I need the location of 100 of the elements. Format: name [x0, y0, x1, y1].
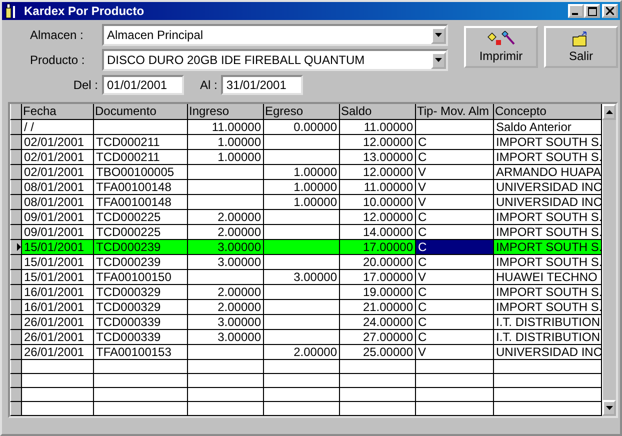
table-cell: I.T. DISTRIBUTION [494, 330, 602, 345]
column-header[interactable]: Saldo [340, 104, 416, 120]
producto-label: Producto : [29, 53, 86, 67]
shapes-icon [487, 31, 515, 47]
column-header[interactable]: Documento [94, 104, 188, 120]
dropdown-arrow-icon [435, 33, 442, 38]
table-cell: 12.00000 [340, 135, 416, 150]
table-cell: 1.00000 [264, 165, 340, 180]
table-cell: 08/01/2001 [22, 195, 94, 210]
row-indicator[interactable] [10, 300, 22, 315]
table-cell: 26/01/2001 [22, 345, 94, 360]
table-cell: C [416, 300, 494, 315]
table-cell: 0.00000 [264, 120, 340, 135]
table-cell: 11.00000 [340, 120, 416, 135]
table-cell: 19.00000 [340, 285, 416, 300]
table-cell: 16/01/2001 [22, 285, 94, 300]
row-indicator[interactable] [10, 285, 22, 300]
table-cell: TCD000339 [94, 315, 188, 330]
table-cell: C [416, 225, 494, 240]
table-cell: HUAWEI TECHNO [494, 270, 602, 285]
producto-dropdown[interactable]: DISCO DURO 20GB IDE FIREBALL QUANTUM [102, 49, 448, 71]
table-cell: 02/01/2001 [22, 165, 94, 180]
minimize-button[interactable] [568, 4, 584, 18]
table-cell: 1.00000 [264, 195, 340, 210]
table-cell: TCD000225 [94, 210, 188, 225]
table-cell: C [416, 255, 494, 270]
table-cell: 2.00000 [188, 210, 264, 225]
column-header[interactable]: Fecha [22, 104, 94, 120]
row-indicator[interactable] [10, 330, 22, 345]
table-cell: 25.00000 [340, 345, 416, 360]
table-cell: TBO00100005 [94, 165, 188, 180]
row-indicator[interactable] [10, 195, 22, 210]
table-cell: 2.00000 [188, 225, 264, 240]
close-button[interactable] [602, 4, 618, 18]
table-cell: 2.00000 [264, 345, 340, 360]
al-label: Al : [200, 78, 218, 92]
table-cell: IMPORT SOUTH S. [494, 225, 602, 240]
exit-button[interactable]: Salir [544, 26, 618, 68]
table-cell: V [416, 195, 494, 210]
table-cell: V [416, 165, 494, 180]
column-header[interactable]: Concepto [494, 104, 602, 120]
table-cell: 20.00000 [340, 255, 416, 270]
row-indicator[interactable] [10, 270, 22, 285]
column-header[interactable]: Ingreso [188, 104, 264, 120]
table-cell: 3.00000 [188, 255, 264, 270]
table-cell: 15/01/2001 [22, 240, 94, 255]
row-indicator[interactable] [10, 135, 22, 150]
row-indicator[interactable] [10, 150, 22, 165]
table-cell: TCD000225 [94, 225, 188, 240]
table-cell: IMPORT SOUTH S. [494, 240, 602, 255]
date-to-field[interactable]: 31/01/2001 [221, 74, 304, 95]
row-indicator[interactable] [10, 255, 22, 270]
table-cell: V [416, 180, 494, 195]
almacen-dropdown[interactable]: Almacen Principal [102, 24, 448, 46]
row-indicator[interactable] [10, 345, 22, 360]
table-cell: C [416, 210, 494, 225]
vertical-scrollbar[interactable] [602, 104, 616, 416]
table-cell: 08/01/2001 [22, 180, 94, 195]
table-cell: 09/01/2001 [22, 210, 94, 225]
table-cell: IMPORT SOUTH S. [494, 300, 602, 315]
row-indicator[interactable] [10, 165, 22, 180]
row-indicator[interactable] [10, 240, 22, 255]
table-cell: Saldo Anterior [494, 120, 602, 135]
table-cell: TFA00100150 [94, 270, 188, 285]
row-indicator[interactable] [10, 225, 22, 240]
table-cell: 21.00000 [340, 300, 416, 315]
column-header[interactable]: Tip- Mov. Alm [416, 104, 494, 120]
row-indicator[interactable] [10, 210, 22, 225]
table-cell: 3.00000 [264, 270, 340, 285]
table-cell: C [416, 330, 494, 345]
table-cell: 3.00000 [188, 330, 264, 345]
row-indicator[interactable] [10, 120, 22, 135]
table-cell: 26/01/2001 [22, 330, 94, 345]
scroll-down-icon [606, 406, 612, 410]
column-header[interactable]: Egreso [264, 104, 340, 120]
print-button[interactable]: Imprimir [464, 26, 538, 68]
table-cell: 16/01/2001 [22, 300, 94, 315]
row-indicator[interactable] [10, 360, 22, 374]
row-indicator[interactable] [10, 402, 22, 416]
table-cell: 2.00000 [188, 300, 264, 315]
almacen-label: Almacen : [29, 28, 84, 42]
row-indicator[interactable] [10, 315, 22, 330]
table-cell: 1.00000 [188, 150, 264, 165]
table-cell: 17.00000 [340, 270, 416, 285]
table-cell: V [416, 345, 494, 360]
row-indicator[interactable] [10, 374, 22, 388]
date-from-field[interactable]: 01/01/2001 [102, 74, 184, 95]
table-cell: 1.00000 [188, 135, 264, 150]
table-cell: IMPORT SOUTH S. [494, 135, 602, 150]
row-indicator[interactable] [10, 388, 22, 402]
table-cell: C [416, 315, 494, 330]
row-indicator[interactable] [10, 180, 22, 195]
table-cell: 10.00000 [340, 195, 416, 210]
table-cell: 09/01/2001 [22, 225, 94, 240]
table-cell: C [416, 135, 494, 150]
maximize-button[interactable] [584, 4, 600, 18]
table-cell: C [416, 240, 494, 255]
table-cell: TFA00100148 [94, 180, 188, 195]
table-cell: IMPORT SOUTH S. [494, 285, 602, 300]
table-cell: ARMANDO HUAPA [494, 165, 602, 180]
